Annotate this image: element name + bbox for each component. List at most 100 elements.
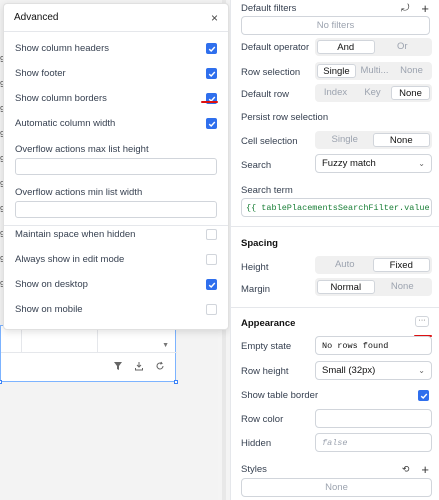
show-border-row: Show table border	[241, 390, 429, 401]
overflow-max-input[interactable]	[15, 158, 217, 175]
search-value: Fuzzy match	[322, 158, 376, 169]
refresh-icon[interactable]	[155, 361, 165, 371]
styles-row: Styles ⟲ +	[241, 462, 429, 477]
default-row-segmented[interactable]: Index Key None	[315, 84, 432, 102]
popover-option-label: Show on desktop	[15, 279, 88, 290]
search-term-row: Search term	[241, 185, 429, 196]
more-options-button[interactable]: ···	[415, 316, 429, 327]
search-term-input[interactable]: {{ tablePlacementsSearchFilter.value }}	[241, 198, 432, 217]
option-checkbox[interactable]	[206, 279, 217, 290]
popover-option-row[interactable]: Maintain space when hidden	[15, 229, 217, 240]
row-height-label: Row height	[241, 366, 289, 377]
cell-selection-none[interactable]: None	[372, 133, 430, 147]
spacing-title: Spacing	[241, 238, 278, 249]
option-checkbox[interactable]	[206, 304, 217, 315]
filter-icon[interactable]	[113, 361, 123, 371]
option-checkbox[interactable]	[206, 118, 217, 129]
popover-option-row[interactable]: Show on desktop	[15, 279, 217, 290]
default-row-none[interactable]: None	[391, 86, 430, 100]
show-border-label: Show table border	[241, 390, 319, 401]
add-icon[interactable]: +	[421, 462, 429, 477]
filters-box[interactable]: No filters	[241, 16, 430, 35]
row-height-value: Small (32px)	[322, 365, 376, 376]
popover-option-label: Maintain space when hidden	[15, 229, 136, 240]
link-icon[interactable]: ⤾	[401, 3, 409, 14]
popover-option-row[interactable]: Always show in edit mode	[15, 254, 217, 265]
height-auto[interactable]: Auto	[317, 258, 373, 272]
resize-handle[interactable]	[0, 380, 2, 384]
section-divider	[231, 307, 439, 308]
popover-option-row[interactable]: Automatic column width	[15, 118, 217, 129]
popover-option-label: Show on mobile	[15, 304, 83, 315]
popover-option-row[interactable]: Show column headers	[15, 43, 217, 54]
margin-none[interactable]: None	[375, 280, 431, 294]
chevron-down-icon: ⌄	[418, 159, 425, 168]
grid-column-divider	[21, 326, 22, 353]
advanced-popover: Advanced × Show column headers Show foote…	[3, 3, 229, 330]
search-select[interactable]: Fuzzy match ⌄	[315, 154, 432, 173]
empty-state-input[interactable]: No rows found	[315, 336, 432, 355]
persist-row-row: Persist row selection	[241, 112, 429, 123]
option-checkbox[interactable]	[206, 254, 217, 265]
operator-and[interactable]: And	[317, 40, 375, 54]
caret-down-icon[interactable]: ▼	[162, 342, 169, 349]
section-divider	[231, 226, 439, 227]
hidden-input[interactable]: false	[315, 433, 432, 452]
popover-option-label: Show footer	[15, 68, 66, 79]
height-segmented[interactable]: Auto Fixed	[315, 256, 432, 274]
option-checkbox[interactable]	[206, 43, 217, 54]
overflow-max-label: Overflow actions max list height	[15, 144, 149, 155]
chevron-down-icon: ⌄	[418, 366, 425, 375]
default-row-index[interactable]: Index	[317, 86, 354, 100]
download-icon[interactable]	[134, 361, 144, 371]
table-widget[interactable]: ▼	[0, 325, 178, 384]
styles-box[interactable]: None	[241, 478, 432, 497]
grid-column-divider	[97, 326, 98, 353]
row-selection-single[interactable]: Single	[317, 64, 356, 78]
overflow-min-row: Overflow actions min list width	[15, 187, 217, 198]
margin-normal[interactable]: Normal	[317, 280, 375, 294]
overflow-max-row: Overflow actions max list height	[15, 144, 217, 155]
annotation-underline	[201, 101, 218, 103]
option-checkbox[interactable]	[206, 68, 217, 79]
margin-label: Margin	[241, 284, 271, 295]
cell-selection-single[interactable]: Single	[317, 133, 373, 147]
operator-segmented[interactable]: And Or	[315, 38, 432, 56]
popover-option-row[interactable]: Show on mobile	[15, 304, 217, 315]
popover-title: Advanced	[14, 12, 59, 23]
row-color-label: Row color	[241, 414, 284, 425]
table-grid: ▼	[1, 326, 177, 353]
hidden-label: Hidden	[241, 438, 272, 449]
overflow-min-input[interactable]	[15, 201, 217, 218]
empty-state-label: Empty state	[241, 341, 292, 352]
popover-option-row[interactable]: Show footer	[15, 68, 217, 79]
default-filters-label: Default filters	[241, 3, 297, 14]
resize-handle[interactable]	[174, 380, 178, 384]
row-selection-multi[interactable]: Multi...	[356, 64, 393, 78]
popover-option-label: Show column borders	[15, 93, 107, 104]
popover-option-row[interactable]: Show column borders	[15, 93, 217, 104]
popover-option-label: Automatic column width	[15, 118, 116, 129]
persist-row-label: Persist row selection	[241, 112, 329, 123]
inspector-panel: Default filters ⤾ + No filters Default o…	[230, 0, 439, 500]
add-icon[interactable]: +	[421, 1, 429, 16]
close-icon[interactable]: ×	[211, 11, 218, 25]
popover-option-label: Show column headers	[15, 43, 109, 54]
default-operator-label: Default operator	[241, 42, 310, 53]
height-fixed[interactable]: Fixed	[372, 258, 430, 272]
default-row-key[interactable]: Key	[354, 86, 391, 100]
row-selection-none[interactable]: None	[393, 64, 430, 78]
row-color-input[interactable]	[315, 409, 432, 428]
row-selection-segmented[interactable]: Single Multi... None	[315, 62, 432, 80]
margin-segmented[interactable]: Normal None	[315, 278, 432, 296]
styles-label: Styles	[241, 464, 267, 475]
operator-or[interactable]: Or	[375, 40, 431, 54]
search-label: Search	[241, 160, 272, 171]
cell-selection-segmented[interactable]: Single None	[315, 131, 432, 149]
row-height-select[interactable]: Small (32px) ⌄	[315, 361, 432, 380]
reset-icon[interactable]: ⟲	[402, 464, 410, 475]
default-filters-row: Default filters ⤾ +	[241, 1, 429, 16]
option-checkbox[interactable]	[206, 229, 217, 240]
show-border-checkbox[interactable]	[418, 390, 429, 401]
appearance-title: Appearance	[241, 318, 296, 329]
